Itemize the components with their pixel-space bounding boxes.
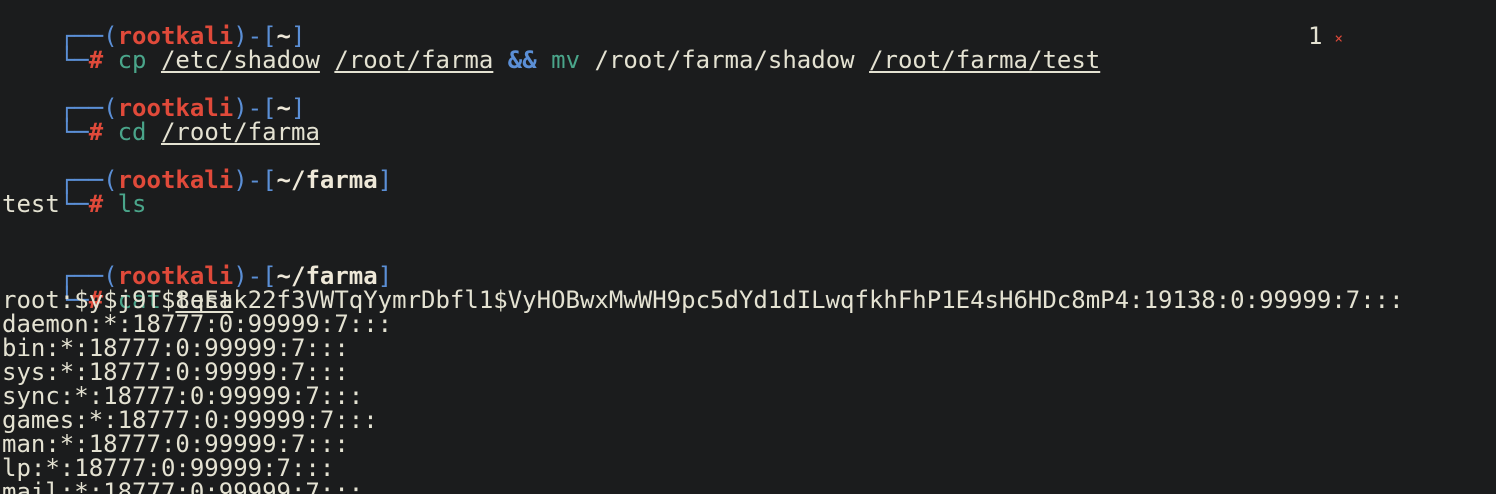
output-line: sync:*:18777:0:99999:7::: xyxy=(2,382,364,410)
prompt-corner: └─ xyxy=(59,118,89,146)
command-line: └─# cat test xyxy=(2,264,1496,312)
output-line: mail:*:18777:0:99999:7::: xyxy=(2,478,364,494)
prompt-header: ┌──(rootkali)-[~] xyxy=(2,72,1496,120)
output-line: test xyxy=(2,190,60,218)
error-x-icon: × xyxy=(1334,31,1343,47)
prompt-header: ┌──(rootkali)-[~] xyxy=(2,0,1496,48)
output-line: lp:*:18777:0:99999:7::: xyxy=(2,454,335,482)
command-argument: /root/farma/shadow xyxy=(594,46,855,74)
command-argument: /root/farma xyxy=(160,118,320,146)
command-argument: /root/farma/test xyxy=(869,46,1101,74)
exit-status: 1 × xyxy=(1308,24,1343,51)
command-name: cp xyxy=(117,46,147,74)
output-line: bin:*:18777:0:99999:7::: xyxy=(2,334,349,362)
output-line: sys:*:18777:0:99999:7::: xyxy=(2,358,349,386)
prompt-corner: └─ xyxy=(59,46,89,74)
command-argument: /root/farma xyxy=(334,46,494,74)
output-line: root:$y$j9T$8qEak22f3VWTqYymrDbfl1$VyHOB… xyxy=(2,286,1404,314)
command-operator: && xyxy=(507,46,537,74)
prompt-header: ┌──(rootkali)-[~/farma] xyxy=(2,240,1496,288)
command-line: └─# cd /root/farma xyxy=(2,96,1496,144)
root-prompt-symbol: # xyxy=(88,46,104,74)
command-name: cd xyxy=(117,118,147,146)
command-name: mv xyxy=(551,46,581,74)
output-line: man:*:18777:0:99999:7::: xyxy=(2,430,349,458)
exit-code: 1 xyxy=(1308,22,1323,50)
root-prompt-symbol: # xyxy=(88,118,104,146)
output-line: games:*:18777:0:99999:7::: xyxy=(2,406,378,434)
output-line: daemon:*:18777:0:99999:7::: xyxy=(2,310,393,338)
prompt-header: ┌──(rootkali)-[~/farma] xyxy=(2,144,1496,192)
command-argument: /etc/shadow xyxy=(160,46,320,74)
command-line: └─# cp /etc/shadow /root/farma && mv /ro… xyxy=(2,24,1496,72)
terminal-window[interactable]: ┌──(rootkali)-[~] └─# cp /etc/shadow /ro… xyxy=(0,0,1496,494)
command-line: └─# ls xyxy=(2,168,1496,216)
